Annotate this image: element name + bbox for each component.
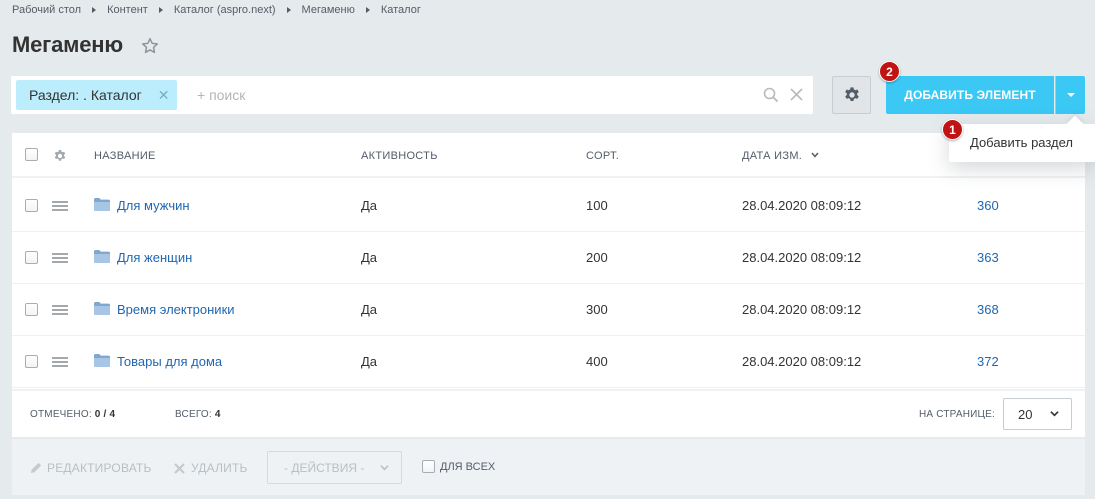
drag-handle-icon[interactable] xyxy=(52,357,68,367)
row-checkbox[interactable] xyxy=(25,199,38,212)
chevron-down-icon xyxy=(380,465,389,471)
search-input[interactable] xyxy=(197,85,757,105)
add-element-button[interactable]: ДОБАВИТЬ ЭЛЕМЕНТ xyxy=(886,76,1054,114)
row-id-link[interactable]: 368 xyxy=(977,302,999,317)
page-title: Мегаменю xyxy=(12,32,123,57)
caret-down-icon xyxy=(1066,93,1075,97)
table-row[interactable]: Для мужчин Да 100 28.04.2020 08:09:12 36… xyxy=(12,180,1085,232)
per-page-value: 20 xyxy=(1018,407,1033,422)
select-all-checkbox[interactable] xyxy=(25,148,38,161)
row-id-link[interactable]: 360 xyxy=(977,198,999,213)
row-date: 28.04.2020 08:09:12 xyxy=(742,198,862,213)
edit-button[interactable]: РЕДАКТИРОВАТЬ xyxy=(29,461,152,475)
row-checkbox[interactable] xyxy=(25,251,38,264)
row-date: 28.04.2020 08:09:12 xyxy=(742,250,862,265)
column-header-name[interactable]: НАЗВАНИЕ xyxy=(94,150,156,162)
filter-tag-remove-icon[interactable]: ✕ xyxy=(158,87,170,104)
drag-handle-icon[interactable] xyxy=(52,253,68,263)
sort-chevron-down-icon[interactable] xyxy=(811,152,819,158)
data-grid: НАЗВАНИЕ АКТИВНОСТЬ СОРТ. ДАТА ИЗМ. Для … xyxy=(12,133,1085,437)
row-checkbox[interactable] xyxy=(25,355,38,368)
breadcrumb: Рабочий стол Контент Каталог (aspro.next… xyxy=(12,4,421,16)
breadcrumb-separator-icon xyxy=(92,7,97,13)
action-panel: РЕДАКТИРОВАТЬ УДАЛИТЬ - ДЕЙСТВИЯ - ДЛЯ В… xyxy=(12,439,1085,495)
gear-icon xyxy=(844,87,859,102)
step-badge-1: 1 xyxy=(942,119,963,140)
search-icon[interactable] xyxy=(763,87,779,103)
add-dropdown-menu: Добавить раздел xyxy=(949,124,1095,162)
filter-tag-label: Раздел: . Каталог xyxy=(29,87,142,103)
breadcrumb-item-catalog[interactable]: Каталог xyxy=(381,4,421,16)
selected-count-label: ОТМЕЧЕНО: xyxy=(30,409,92,420)
clear-filter-icon[interactable] xyxy=(790,88,803,101)
chevron-down-icon xyxy=(1050,411,1059,417)
menu-item-add-section[interactable]: Добавить раздел xyxy=(970,135,1073,150)
per-page-select[interactable]: 20 xyxy=(1003,398,1072,430)
row-name-link[interactable]: Товары для дома xyxy=(117,354,222,369)
step-badge-2: 2 xyxy=(879,61,900,82)
selected-count: ОТМЕЧЕНО: 0 / 4 xyxy=(30,409,115,420)
per-page-label: НА СТРАНИЦЕ: xyxy=(919,409,995,420)
column-header-date[interactable]: ДАТА ИЗМ. xyxy=(742,150,802,162)
breadcrumb-item-content[interactable]: Контент xyxy=(107,4,148,16)
row-checkbox[interactable] xyxy=(25,303,38,316)
breadcrumb-separator-icon xyxy=(365,7,370,13)
total-count-label: ВСЕГО: xyxy=(175,409,212,420)
actions-select[interactable]: - ДЕЙСТВИЯ - xyxy=(267,451,402,484)
folder-icon xyxy=(94,354,110,367)
folder-icon xyxy=(94,198,110,211)
total-count: ВСЕГО: 4 xyxy=(175,409,221,420)
delete-button[interactable]: УДАЛИТЬ xyxy=(174,461,248,475)
row-sort: 400 xyxy=(586,354,608,369)
grid-header: НАЗВАНИЕ АКТИВНОСТЬ СОРТ. ДАТА ИЗМ. xyxy=(12,133,1085,178)
delete-x-icon xyxy=(174,462,185,474)
pencil-icon xyxy=(31,462,42,473)
drag-handle-icon[interactable] xyxy=(52,201,68,211)
settings-button[interactable] xyxy=(832,76,871,114)
folder-icon xyxy=(94,250,110,263)
row-sort: 100 xyxy=(586,198,608,213)
grid-footer: ОТМЕЧЕНО: 0 / 4 ВСЕГО: 4 НА СТРАНИЦЕ: 20 xyxy=(12,389,1085,437)
breadcrumb-item-desktop[interactable]: Рабочий стол xyxy=(12,4,81,16)
row-sort: 200 xyxy=(586,250,608,265)
row-name-link[interactable]: Время электроники xyxy=(117,302,235,317)
row-name-link[interactable]: Для женщин xyxy=(117,250,192,265)
for-all-checkbox[interactable] xyxy=(422,460,435,473)
filter-tag-section[interactable]: Раздел: . Каталог ✕ xyxy=(16,80,178,110)
add-element-dropdown-toggle[interactable] xyxy=(1055,76,1085,114)
row-id-link[interactable]: 363 xyxy=(977,250,999,265)
selected-count-value: 0 / 4 xyxy=(94,409,116,420)
grid-settings-gear-icon[interactable] xyxy=(53,149,67,163)
star-icon[interactable] xyxy=(140,36,160,56)
breadcrumb-separator-icon xyxy=(158,7,163,13)
table-row[interactable]: Товары для дома Да 400 28.04.2020 08:09:… xyxy=(12,336,1085,388)
total-count-value: 4 xyxy=(214,409,221,420)
row-active: Да xyxy=(361,354,378,369)
row-active: Да xyxy=(361,302,378,317)
table-row[interactable]: Время электроники Да 300 28.04.2020 08:0… xyxy=(12,284,1085,336)
drag-handle-icon[interactable] xyxy=(52,305,68,315)
row-active: Да xyxy=(361,198,378,213)
breadcrumb-separator-icon xyxy=(286,7,291,13)
actions-select-value: - ДЕЙСТВИЯ - xyxy=(284,461,365,475)
row-name-link[interactable]: Для мужчин xyxy=(117,198,190,213)
column-header-sort[interactable]: СОРТ. xyxy=(586,150,619,162)
for-all-option[interactable]: ДЛЯ ВСЕХ xyxy=(422,460,495,473)
row-date: 28.04.2020 08:09:12 xyxy=(742,354,862,369)
filter-search-box[interactable]: Раздел: . Каталог ✕ xyxy=(11,76,813,114)
edit-button-label: РЕДАКТИРОВАТЬ xyxy=(47,461,152,475)
row-active: Да xyxy=(361,250,378,265)
delete-button-label: УДАЛИТЬ xyxy=(191,461,248,475)
table-row[interactable]: Для женщин Да 200 28.04.2020 08:09:12 36… xyxy=(12,232,1085,284)
breadcrumb-item-catalog-aspro[interactable]: Каталог (aspro.next) xyxy=(174,4,276,16)
for-all-label: ДЛЯ ВСЕХ xyxy=(440,460,496,473)
breadcrumb-item-megamenu[interactable]: Мегаменю xyxy=(302,4,355,16)
row-id-link[interactable]: 372 xyxy=(977,354,999,369)
column-header-active[interactable]: АКТИВНОСТЬ xyxy=(361,150,438,162)
row-sort: 300 xyxy=(586,302,608,317)
row-date: 28.04.2020 08:09:12 xyxy=(742,302,862,317)
folder-icon xyxy=(94,302,110,315)
